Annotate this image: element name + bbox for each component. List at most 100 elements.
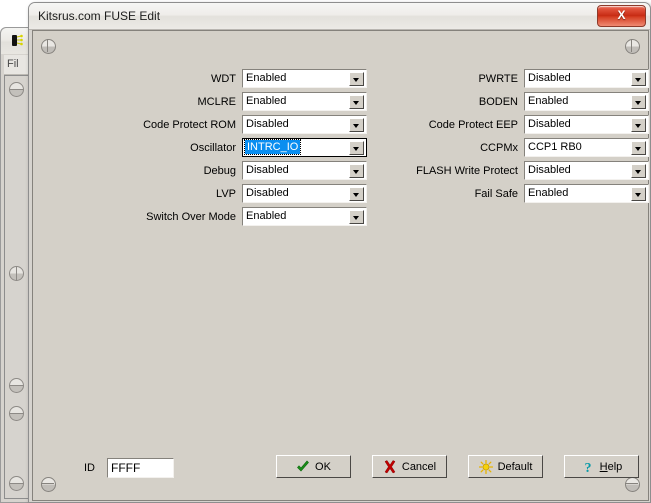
chevron-down-icon[interactable]	[349, 141, 364, 155]
fuse-row: PWRTE Disabled	[385, 67, 649, 90]
fuse-dropdown[interactable]: Enabled	[524, 184, 649, 203]
close-icon: X	[598, 8, 645, 22]
fuse-dropdown-value: Enabled	[246, 95, 286, 107]
fuse-row: CCPMx CCP1 RB0	[385, 136, 649, 159]
background-menu-file[interactable]: Fil	[7, 58, 19, 70]
chevron-down-icon[interactable]	[631, 187, 646, 201]
fuse-column-right: PWRTE Disabled BODEN Enabled Code Protect EE…	[385, 67, 649, 205]
dialog-title: Kitsrus.com FUSE Edit	[38, 9, 160, 23]
fuse-dropdown[interactable]: Enabled	[524, 92, 649, 111]
chevron-down-icon[interactable]	[349, 72, 364, 86]
chevron-down-icon[interactable]	[631, 118, 646, 132]
help-accel-letter: H	[600, 461, 608, 473]
fuse-row: MCLRE Enabled	[103, 90, 367, 113]
dialog-client-area: WDT Enabled MCLRE Enabled Code Protect ROM Di…	[32, 30, 649, 501]
chevron-down-icon[interactable]	[631, 141, 646, 155]
fuse-dropdown-value: Enabled	[246, 210, 286, 222]
resize-grip-bottom-left[interactable]	[41, 477, 56, 492]
chevron-down-icon[interactable]	[631, 95, 646, 109]
fuse-dropdown[interactable]: Enabled	[242, 92, 367, 111]
sun-icon	[479, 460, 493, 474]
background-grip-lower	[9, 378, 24, 393]
fuse-dropdown[interactable]: Disabled	[242, 161, 367, 180]
fuse-dropdown[interactable]: Disabled	[242, 184, 367, 203]
resize-grip-bottom-right[interactable]	[625, 477, 640, 492]
chip-icon	[9, 33, 25, 49]
fuse-dropdown[interactable]: Enabled	[242, 69, 367, 88]
fuse-dropdown[interactable]: Disabled	[524, 161, 649, 180]
cross-icon	[383, 460, 397, 474]
fuse-row: BODEN Enabled	[385, 90, 649, 113]
chevron-down-icon[interactable]	[349, 187, 364, 201]
chevron-down-icon[interactable]	[349, 210, 364, 224]
dialog-titlebar[interactable]: Kitsrus.com FUSE Edit X	[29, 3, 650, 30]
fuse-row: OscillatorINTRC_IO	[103, 136, 367, 159]
chevron-down-icon[interactable]	[631, 164, 646, 178]
fuse-row: WDT Enabled	[103, 67, 367, 90]
fuse-dropdown-value: Disabled	[528, 72, 571, 84]
fuse-label: PWRTE	[385, 73, 524, 85]
fuse-dropdown-value: Disabled	[246, 187, 289, 199]
fuse-row: Fail Safe Enabled	[385, 182, 649, 205]
help-label-rest: elp	[608, 461, 623, 473]
resize-grip-top-right[interactable]	[625, 39, 640, 54]
fuse-column-left: WDT Enabled MCLRE Enabled Code Protect ROM Di…	[103, 67, 367, 228]
fuse-label: CCPMx	[385, 142, 524, 154]
chevron-down-icon[interactable]	[349, 95, 364, 109]
chevron-down-icon[interactable]	[631, 72, 646, 86]
fuse-dropdown-value: Disabled	[246, 118, 289, 130]
fuse-label: Switch Over Mode	[103, 211, 242, 223]
fuse-label: Fail Safe	[385, 188, 524, 200]
background-grip-top	[9, 82, 24, 97]
close-button[interactable]: X	[597, 5, 646, 27]
fuse-dropdown[interactable]: Enabled	[242, 207, 367, 226]
fuse-dropdown-value: Disabled	[528, 164, 571, 176]
fuse-dropdown[interactable]: CCP1 RB0	[524, 138, 649, 157]
chevron-down-icon[interactable]	[349, 164, 364, 178]
cancel-button[interactable]: Cancel	[372, 455, 447, 478]
fuse-label: MCLRE	[103, 96, 242, 108]
fuse-row: Switch Over Mode Enabled	[103, 205, 367, 228]
fuse-dropdown-value: Enabled	[528, 187, 568, 199]
fuse-label: LVP	[103, 188, 242, 200]
fuse-dropdown-value: Enabled	[528, 95, 568, 107]
ok-button[interactable]: OK	[276, 455, 351, 478]
fuse-label: BODEN	[385, 96, 524, 108]
fuse-dropdown-value: Enabled	[246, 72, 286, 84]
svg-text:?: ?	[584, 461, 591, 474]
id-label: ID	[84, 462, 95, 474]
default-button-label: Default	[498, 461, 533, 473]
fuse-dropdown[interactable]: INTRC_IO	[242, 138, 367, 157]
fuse-row: Code Protect EEP Disabled	[385, 113, 649, 136]
checkmark-icon	[296, 460, 310, 474]
fuse-dropdown[interactable]: Disabled	[242, 115, 367, 134]
fuse-label: Code Protect ROM	[103, 119, 242, 131]
resize-grip-top-left[interactable]	[41, 39, 56, 54]
fuse-label: Debug	[103, 165, 242, 177]
fuse-dropdown-value: Disabled	[246, 164, 289, 176]
ok-button-label: OK	[315, 461, 331, 473]
question-mark-icon: ?	[581, 460, 595, 474]
help-button[interactable]: ? Help	[564, 455, 639, 478]
cancel-button-label: Cancel	[402, 461, 436, 473]
fuse-dropdown-value: Disabled	[528, 118, 571, 130]
fuse-row: Code Protect ROM Disabled	[103, 113, 367, 136]
fuse-dropdown-value: CCP1 RB0	[528, 141, 582, 153]
fuse-label: Oscillator	[103, 142, 242, 154]
fuse-dropdown-value: INTRC_IO	[245, 140, 300, 154]
fuse-label: WDT	[103, 73, 242, 85]
background-grip-middle	[9, 266, 24, 281]
background-grip-bottom	[9, 476, 24, 491]
fuse-edit-dialog: Kitsrus.com FUSE Edit X WDT Enabled MCLRE E…	[28, 2, 651, 503]
fuse-dropdown[interactable]: Disabled	[524, 115, 649, 134]
fuse-label: Code Protect EEP	[385, 119, 524, 131]
fuse-row: Debug Disabled	[103, 159, 367, 182]
id-input[interactable]	[107, 458, 174, 478]
fuse-label: FLASH Write Protect	[385, 165, 524, 177]
fuse-row: FLASH Write Protect Disabled	[385, 159, 649, 182]
fuse-dropdown[interactable]: Disabled	[524, 69, 649, 88]
help-button-label: Help	[600, 461, 623, 473]
background-grip-lower2	[9, 406, 24, 421]
chevron-down-icon[interactable]	[349, 118, 364, 132]
default-button[interactable]: Default	[468, 455, 543, 478]
